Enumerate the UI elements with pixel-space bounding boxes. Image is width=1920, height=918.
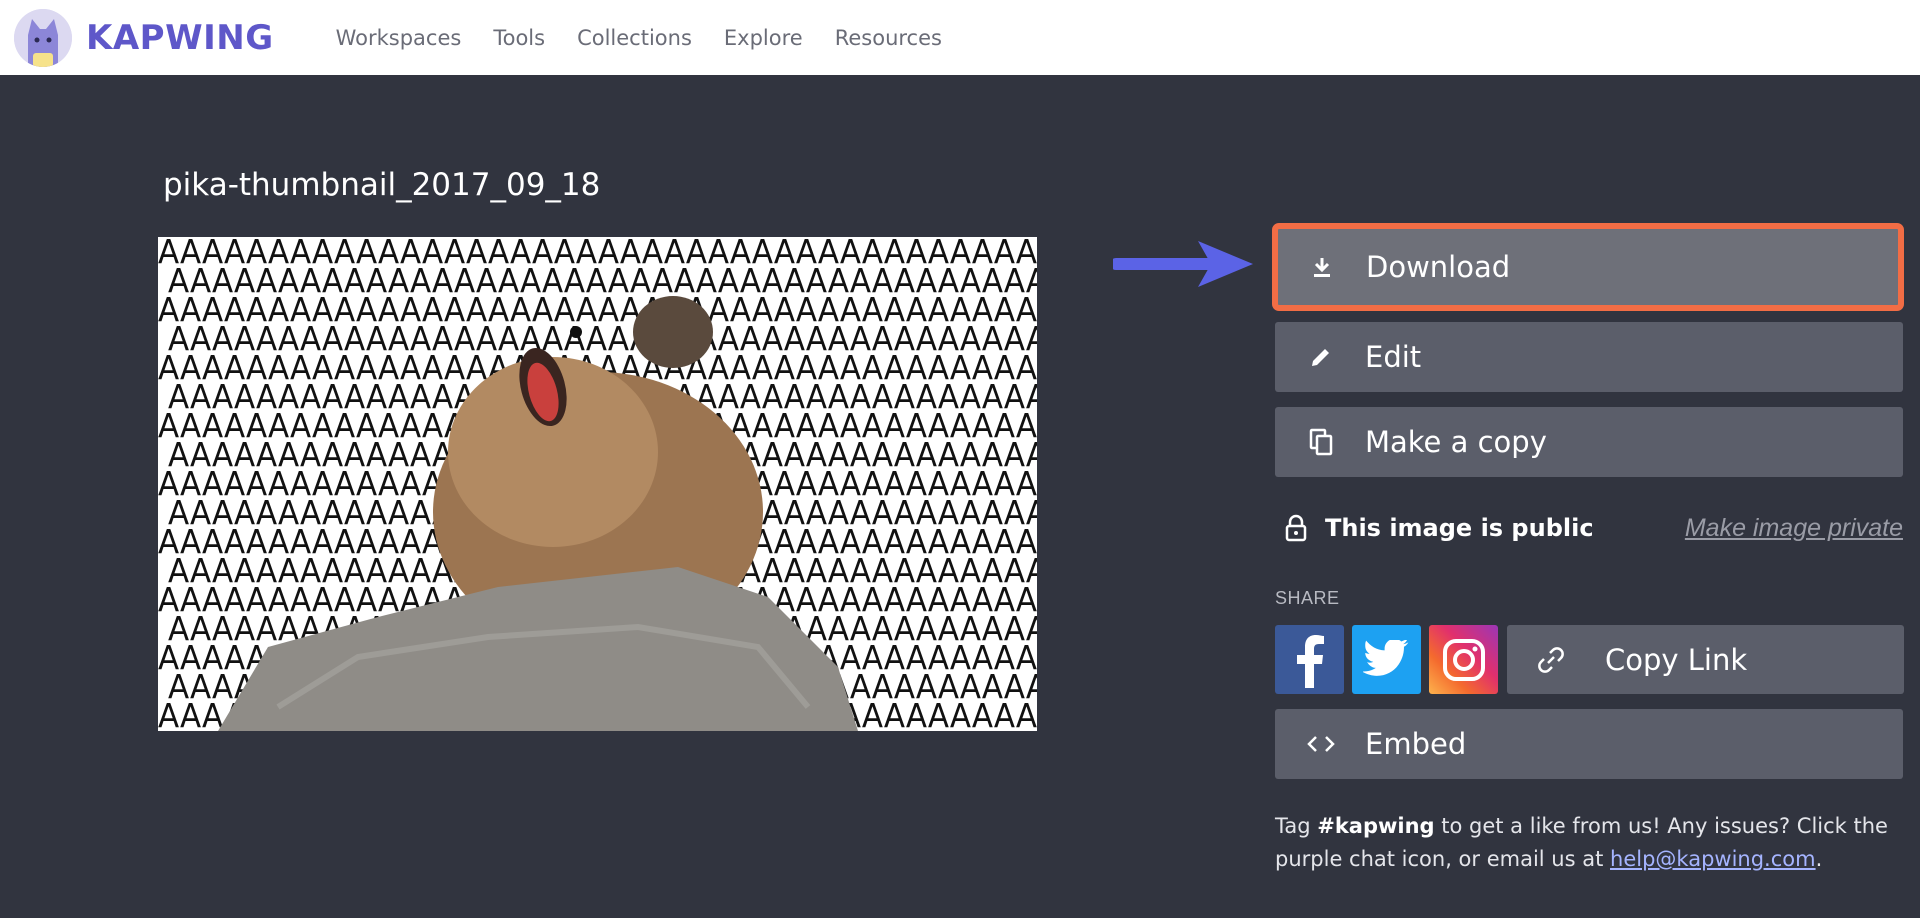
kapwing-mascot-icon [14, 8, 72, 67]
privacy-status: This image is public [1325, 514, 1594, 542]
main-nav: Workspaces Tools Collections Explore Res… [336, 26, 974, 50]
page-title: pika-thumbnail_2017_09_18 [163, 167, 601, 203]
instagram-icon [1442, 638, 1485, 681]
embed-button[interactable]: Embed [1275, 709, 1903, 779]
nav-tools[interactable]: Tools [493, 26, 545, 50]
download-icon [1308, 253, 1336, 281]
copy-link-button[interactable]: Copy Link [1507, 625, 1904, 694]
nav-resources[interactable]: Resources [835, 26, 942, 50]
brand-logo[interactable]: KAPWING [14, 8, 274, 67]
help-note: Tag #kapwing to get a like from us! Any … [1275, 810, 1915, 876]
link-icon [1535, 644, 1567, 676]
image-preview: AAAAAAAAAAAAAAAAAAAAAAAAAAAAAAAAAAAAAAAA… [158, 237, 1037, 731]
facebook-share-button[interactable] [1275, 625, 1344, 694]
share-row: Copy Link [1275, 625, 1904, 694]
download-label: Download [1366, 250, 1511, 284]
download-button[interactable]: Download [1272, 223, 1904, 311]
twitter-icon [1362, 639, 1408, 676]
pencil-icon [1307, 343, 1335, 371]
hashtag: #kapwing [1317, 814, 1435, 838]
support-email-link[interactable]: help@kapwing.com [1610, 847, 1816, 871]
arrow-right-icon [1113, 241, 1253, 287]
make-copy-button[interactable]: Make a copy [1275, 407, 1903, 477]
facebook-icon [1296, 634, 1324, 688]
lock-icon [1284, 514, 1308, 542]
top-navbar: KAPWING Workspaces Tools Collections Exp… [0, 0, 1920, 75]
help-note-suffix: . [1815, 847, 1823, 871]
edit-label: Edit [1365, 340, 1422, 374]
twitter-share-button[interactable] [1352, 625, 1421, 694]
code-brackets-icon [1307, 730, 1335, 758]
make-private-link[interactable]: Make image private [1685, 514, 1903, 543]
instagram-share-button[interactable] [1429, 625, 1498, 694]
make-copy-label: Make a copy [1365, 425, 1547, 459]
nav-collections[interactable]: Collections [577, 26, 692, 50]
nav-explore[interactable]: Explore [724, 26, 803, 50]
pika-image: AAAAAAAAAAAAAAAAAAAAAAAAAAAAAAAAAAAAAAAA… [158, 237, 1037, 731]
help-note-prefix: Tag [1275, 814, 1318, 838]
brand-name: KAPWING [86, 17, 274, 58]
privacy-row: This image is public Make image private [1275, 508, 1903, 548]
copy-icon [1307, 428, 1335, 456]
share-heading: SHARE [1275, 588, 1340, 608]
embed-label: Embed [1365, 727, 1467, 761]
copy-link-label: Copy Link [1605, 642, 1748, 677]
edit-button[interactable]: Edit [1275, 322, 1903, 392]
nav-workspaces[interactable]: Workspaces [336, 26, 462, 50]
